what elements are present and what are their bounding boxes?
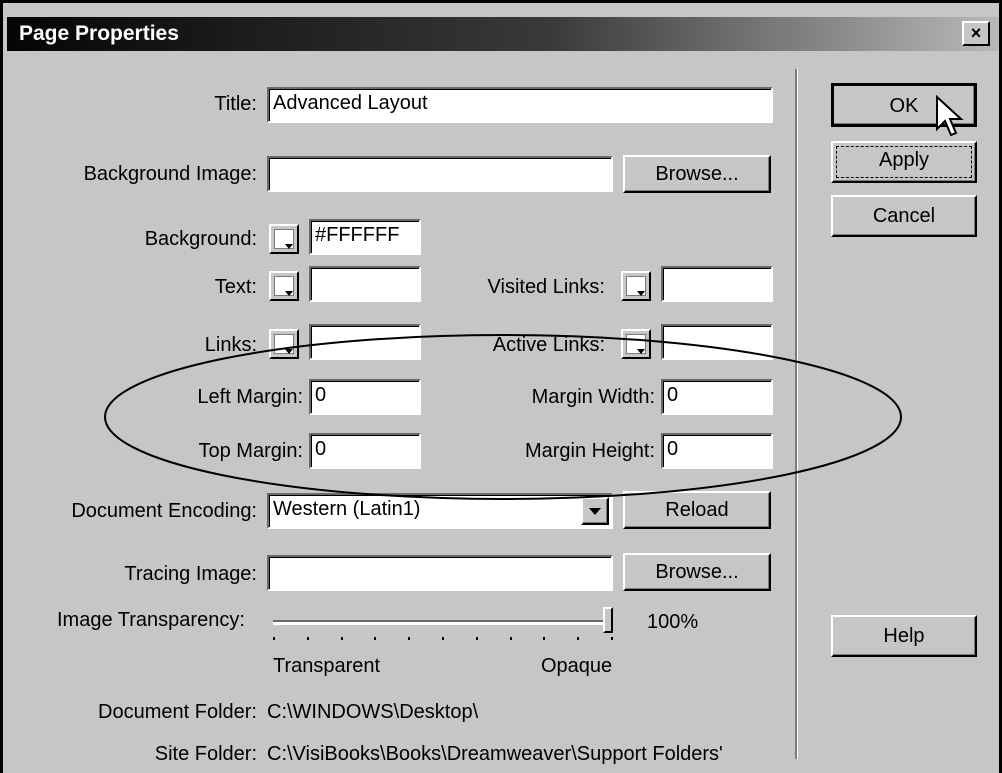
cancel-button[interactable]: Cancel (831, 195, 977, 237)
title-label: Title: (214, 93, 257, 115)
slider-tick (577, 637, 579, 640)
background-image-input[interactable] (267, 156, 613, 192)
slider-tick (543, 637, 545, 640)
transparency-slider-thumb[interactable] (603, 607, 613, 633)
mouse-cursor-icon (936, 95, 964, 137)
apply-button[interactable]: Apply (831, 141, 977, 183)
help-button[interactable]: Help (831, 615, 977, 657)
opaque-label: Opaque (541, 655, 613, 677)
close-icon: × (970, 23, 982, 43)
chevron-down-icon (589, 508, 601, 516)
site-folder-value: C:\VisiBooks\Books\Dreamweaver\Support F… (267, 743, 723, 765)
background-label: Background: (144, 228, 257, 250)
slider-tick (611, 637, 613, 640)
visited-links-label: Visited Links: (487, 276, 605, 298)
close-button[interactable]: × (962, 21, 990, 46)
transparency-slider-track[interactable] (273, 620, 613, 625)
slider-tick (374, 637, 376, 640)
slider-ticks (273, 637, 613, 645)
slider-tick (341, 637, 343, 640)
tracing-image-browse-button[interactable]: Browse... (623, 553, 771, 591)
text-color-picker[interactable] (269, 271, 299, 301)
document-folder-value: C:\WINDOWS\Desktop\ (267, 701, 479, 723)
transparency-value: 100% (647, 611, 699, 633)
background-image-label: Background Image: (83, 163, 257, 185)
dropdown-arrow-icon (285, 244, 293, 249)
site-folder-label: Site Folder: (154, 743, 257, 765)
visited-links-input[interactable] (661, 266, 773, 302)
tracing-image-input[interactable] (267, 555, 613, 591)
visited-links-color-picker[interactable] (621, 271, 651, 301)
slider-tick (476, 637, 478, 640)
transparent-label: Transparent (273, 655, 381, 677)
page-properties-dialog: Page Properties × Title: Advanced Layout… (0, 0, 1002, 773)
highlight-ellipse (104, 334, 902, 500)
background-color-picker[interactable] (269, 224, 299, 254)
text-color-label: Text: (214, 276, 257, 298)
slider-tick (307, 637, 309, 640)
title-bar: Page Properties × (7, 17, 999, 51)
background-image-browse-button[interactable]: Browse... (623, 155, 771, 193)
background-color-input[interactable]: #FFFFFF (309, 219, 421, 255)
slider-tick (273, 637, 275, 640)
document-folder-label: Document Folder: (98, 701, 257, 723)
window-title: Page Properties (19, 22, 179, 45)
dropdown-arrow-icon (637, 291, 645, 296)
slider-tick (510, 637, 512, 640)
tracing-image-label: Tracing Image: (124, 563, 257, 585)
slider-tick (408, 637, 410, 640)
title-input[interactable]: Advanced Layout (267, 87, 773, 123)
dropdown-arrow-icon (285, 291, 293, 296)
slider-tick (442, 637, 444, 640)
image-transparency-label: Image Transparency: (57, 609, 245, 631)
text-color-input[interactable] (309, 266, 421, 302)
